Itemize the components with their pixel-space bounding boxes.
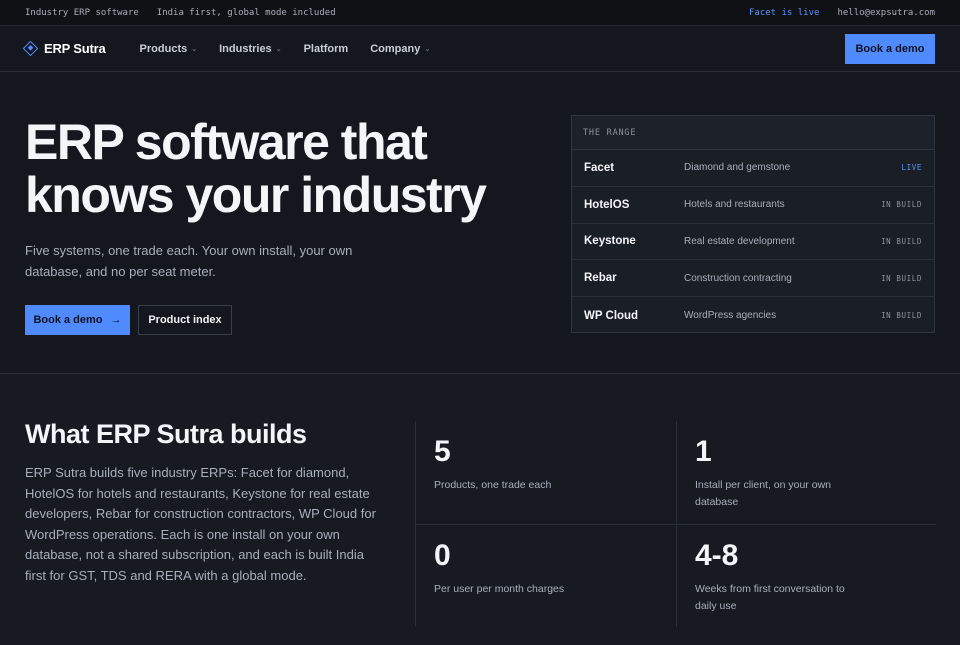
diamond-logo-icon (22, 40, 39, 57)
product-description: Hotels and restaurants (684, 199, 785, 211)
main-nav: ERP Sutra Products ⌄ Industries ⌄ Platfo… (0, 26, 960, 72)
stat-value: 0 (434, 539, 451, 572)
email-link[interactable]: hello@expsutra.com (837, 8, 935, 18)
stat-charges: 0 Per user per month charges (416, 524, 676, 627)
builds-title: What ERP Sutra builds (25, 419, 307, 449)
product-name: Rebar (584, 272, 617, 285)
hero-title-line2: knows your industry (25, 167, 487, 223)
tagline: Industry ERP software (25, 7, 139, 18)
nav-item-label: Industries (219, 42, 272, 55)
product-description: Construction contracting (684, 272, 792, 284)
status-badge: IN BUILD (881, 311, 922, 321)
product-name: Keystone (584, 235, 636, 248)
stat-value: 5 (434, 435, 451, 468)
product-index-button[interactable]: Product index (138, 305, 232, 335)
brand-name: ERP Sutra (44, 41, 106, 56)
nav-item-label: Products (139, 42, 188, 55)
hero-subtitle: Five systems, one trade each. Your own i… (25, 243, 353, 279)
nav-book-demo-button[interactable]: Book a demo (845, 33, 935, 64)
status-badge: IN BUILD (881, 200, 922, 210)
status-badge: IN BUILD (881, 273, 922, 283)
book-demo-button[interactable]: Book a demo → (25, 305, 130, 335)
stat-weeks: 4-8 Weeks from first conversation to dai… (676, 524, 936, 627)
chevron-down-icon: ⌄ (275, 45, 282, 53)
stat-label: Per user per month charges (434, 583, 565, 595)
status-badge: LIVE (901, 163, 922, 173)
stat-label: Products, one trade each (434, 479, 552, 491)
brand-logo[interactable]: ERP Sutra (22, 40, 106, 57)
stat-value: 1 (695, 435, 712, 468)
builds-body: ERP Sutra builds five industry ERPs: Fac… (25, 465, 376, 583)
range-row-wp-cloud[interactable]: WP Cloud WordPress agencies IN BUILD (572, 297, 934, 334)
book-demo-label: Book a demo (33, 314, 103, 326)
product-name: WP Cloud (584, 309, 639, 322)
product-description: Diamond and gemstone (684, 162, 791, 174)
nav-item-products[interactable]: Products ⌄ (140, 43, 198, 55)
product-name: Facet (584, 161, 615, 174)
range-row-hotelos[interactable]: HotelOS Hotels and restaurants IN BUILD (572, 187, 934, 224)
product-name: HotelOS (584, 198, 630, 211)
product-description: Real estate development (684, 235, 795, 247)
nav-item-industries[interactable]: Industries ⌄ (219, 43, 281, 55)
stat-label: Install per client, on your own database (695, 479, 831, 508)
facet-live-link[interactable]: Facet is live (749, 8, 819, 18)
nav-item-platform[interactable]: Platform (304, 43, 349, 55)
range-row-keystone[interactable]: Keystone Real estate development IN BUIL… (572, 224, 934, 261)
nav-menu: Products ⌄ Industries ⌄ Platform Company… (140, 43, 431, 55)
range-heading: THE RANGE (572, 116, 934, 150)
range-panel: THE RANGE Facet Diamond and gemstone LIV… (571, 115, 935, 333)
hero-title: ERP software that knows your industry (25, 116, 545, 222)
product-description: WordPress agencies (684, 310, 777, 322)
range-row-rebar[interactable]: Rebar Construction contracting IN BUILD (572, 260, 934, 298)
nav-item-label: Platform (303, 42, 349, 55)
chevron-down-icon: ⌄ (424, 45, 431, 53)
nav-item-label: Company (370, 42, 421, 55)
range-row-facet[interactable]: Facet Diamond and gemstone LIVE (572, 150, 934, 187)
stats-grid: 5 Products, one trade each 1 Install per… (415, 421, 936, 627)
stat-label: Weeks from first conversation to daily u… (695, 583, 845, 612)
tagline-secondary: India first, global mode included (156, 7, 336, 18)
stat-value: 4-8 (695, 539, 739, 572)
utility-bar: Industry ERP software India first, globa… (0, 0, 960, 26)
nav-item-company[interactable]: Company ⌄ (370, 43, 430, 55)
hero-title-line1: ERP software that (25, 114, 428, 170)
stat-install: 1 Install per client, on your own databa… (676, 421, 936, 524)
stat-products: 5 Products, one trade each (416, 421, 676, 524)
chevron-down-icon: ⌄ (191, 45, 198, 53)
arrow-right-icon: → (110, 314, 122, 326)
status-badge: IN BUILD (881, 236, 922, 246)
